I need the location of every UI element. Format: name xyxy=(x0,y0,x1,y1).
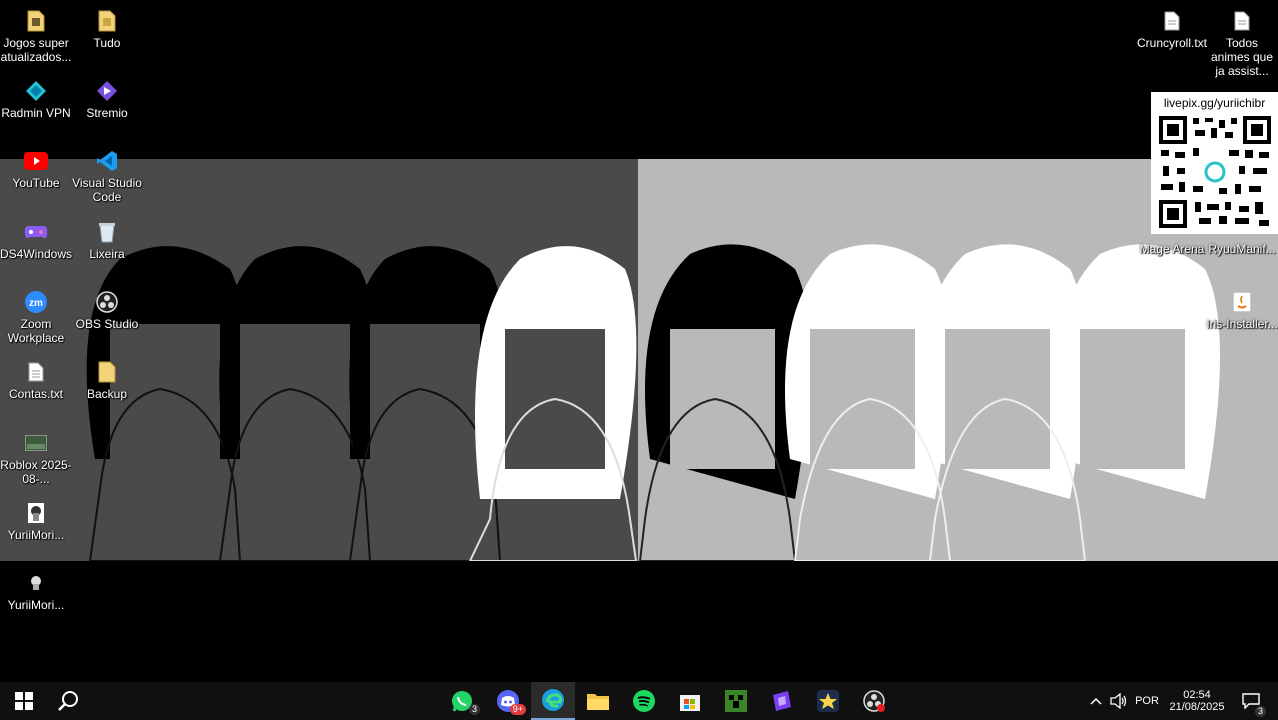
obs-icon xyxy=(863,690,885,712)
volume-button[interactable] xyxy=(1108,682,1130,720)
text-file-icon xyxy=(1229,8,1255,34)
radmin-vpn-icon xyxy=(23,78,49,104)
desktop-icon-obs[interactable]: OBS Studio xyxy=(71,289,143,331)
desktop-icon-label: YuriiMori... xyxy=(7,528,65,542)
desktop-icon-zoom[interactable]: zm Zoom Workplace xyxy=(0,289,72,345)
svg-text:zm: zm xyxy=(29,298,43,309)
desktop-icon-label: Zoom Workplace xyxy=(7,317,65,345)
desktop-icon-ds4windows[interactable]: DS4Windows xyxy=(0,219,72,261)
desktop-icon-roblox[interactable]: Roblox 2025-08-... xyxy=(0,430,72,486)
desktop-icon-label: Stremio xyxy=(86,106,128,120)
image-file-icon xyxy=(23,500,49,526)
desktop-icon-lixeira[interactable]: Lixeira xyxy=(71,219,143,261)
desktop-icon-todos-animes[interactable]: Todos animes que ja assist... xyxy=(1206,8,1278,78)
desktop-icon-label: YouTube xyxy=(12,176,60,190)
image-file-icon xyxy=(23,570,49,596)
folder-file-icon xyxy=(94,8,120,34)
desktop-icon-jogos[interactable]: Jogos super atualizados... xyxy=(0,8,72,64)
windows-logo-icon xyxy=(15,692,33,710)
youtube-icon xyxy=(23,148,49,174)
minecraft-icon xyxy=(725,690,747,712)
desktop-icon-label: Roblox 2025-08-... xyxy=(0,458,72,486)
search-button[interactable] xyxy=(48,682,88,720)
desktop-icon-cruncyroll[interactable]: Cruncyroll.txt xyxy=(1136,8,1208,50)
start-button[interactable] xyxy=(4,682,44,720)
desktop-icon-iris-installer[interactable]: Iris-Installer... xyxy=(1206,289,1278,331)
desktop-icon-label: Backup xyxy=(86,387,128,401)
chevron-up-icon xyxy=(1090,697,1102,705)
desktop-icon-label: Radmin VPN xyxy=(1,106,71,120)
desktop-icon-yuriimori-1[interactable]: YuriiMori... xyxy=(0,500,72,542)
desktop-icon-label: Cruncyroll.txt xyxy=(1136,36,1207,50)
taskbar-app-edge[interactable] xyxy=(531,682,575,720)
taskbar-app-store[interactable] xyxy=(669,682,711,720)
obs-icon xyxy=(94,289,120,315)
recycle-bin-icon xyxy=(94,219,120,245)
desktop-icon-vscode[interactable]: Visual Studio Code xyxy=(71,148,143,204)
desktop-icon-label: DS4Windows xyxy=(0,247,73,261)
desktop-icon-label: Jogos super atualizados... xyxy=(0,36,72,64)
qr-url-text: livepix.gg/yuriichibr xyxy=(1163,96,1266,110)
text-file-icon xyxy=(1159,8,1185,34)
desktop-icon-label: Contas.txt xyxy=(8,387,64,401)
taskbar-app-whatsapp[interactable]: 3 xyxy=(441,682,483,720)
text-file-icon xyxy=(23,359,49,385)
star-app-icon xyxy=(817,690,839,712)
desktop-icon-contas[interactable]: Contas.txt xyxy=(0,359,72,401)
desktop-icon-backup[interactable]: Backup xyxy=(71,359,143,401)
desktop-icon-label: YuriiMori... xyxy=(7,598,65,612)
clock[interactable]: 02:54 21/08/2025 xyxy=(1166,682,1228,720)
spotify-icon xyxy=(633,690,655,712)
show-hidden-icons-button[interactable] xyxy=(1086,682,1106,720)
clock-time: 02:54 xyxy=(1183,689,1211,701)
zoom-icon: zm xyxy=(23,289,49,315)
file-explorer-icon xyxy=(587,694,609,710)
taskbar-app-discord[interactable]: 9+ xyxy=(487,682,529,720)
taskbar: 3 9+ POR 02:54 21/08/2025 3 xyxy=(0,682,1278,720)
desktop-icon-label: Visual Studio Code xyxy=(72,176,142,204)
taskbar-app-star[interactable] xyxy=(807,682,849,720)
desktop-icon-stremio[interactable]: Stremio xyxy=(71,78,143,120)
store-icon xyxy=(680,695,700,711)
stremio-icon xyxy=(94,78,120,104)
wallpaper-artwork xyxy=(86,244,1220,561)
desktop-icon-label: Todos animes que ja assist... xyxy=(1210,36,1274,78)
gamepad-icon xyxy=(23,219,49,245)
desktop-icon-yuriimori-2[interactable]: YuriiMori... xyxy=(0,570,72,612)
desktop-icon-label: RyuuManif... xyxy=(1208,242,1276,256)
desktop-icon-label: Tudo xyxy=(93,36,121,50)
taskbar-app-purple[interactable] xyxy=(761,682,803,720)
action-center-button[interactable]: 3 xyxy=(1236,682,1266,720)
taskbar-app-spotify[interactable] xyxy=(623,682,665,720)
desktop-icon-label: Iris-Installer... xyxy=(1206,317,1278,331)
desktop-wallpaper xyxy=(0,159,1278,561)
vscode-icon xyxy=(94,148,120,174)
input-language-indicator[interactable]: POR xyxy=(1132,682,1162,720)
taskbar-app-minecraft[interactable] xyxy=(715,682,757,720)
purple-app-icon xyxy=(773,691,791,711)
desktop-icon-radmin-vpn[interactable]: Radmin VPN xyxy=(0,78,72,120)
folder-icon xyxy=(94,359,120,385)
java-file-icon xyxy=(1229,289,1255,315)
desktop-icon-label: OBS Studio xyxy=(75,317,139,331)
notification-badge: 3 xyxy=(468,704,480,715)
image-file-icon xyxy=(23,430,49,456)
desktop-icon-youtube[interactable]: YouTube xyxy=(0,148,72,190)
edge-icon xyxy=(542,689,564,711)
desktop-icon-tudo[interactable]: Tudo xyxy=(71,8,143,50)
notification-badge: 9+ xyxy=(509,704,526,715)
speaker-icon xyxy=(1110,693,1127,709)
clock-date: 21/08/2025 xyxy=(1169,701,1225,713)
notification-badge: 3 xyxy=(1254,706,1266,717)
desktop-icon-label: Mage Arena xyxy=(1139,242,1205,256)
taskbar-app-obs[interactable] xyxy=(853,682,895,720)
folder-file-icon xyxy=(23,8,49,34)
qr-code-icon xyxy=(1159,116,1271,228)
desktop-icon-label: Lixeira xyxy=(89,247,125,261)
taskbar-app-file-explorer[interactable] xyxy=(577,682,619,720)
qr-code-overlay: livepix.gg/yuriichibr xyxy=(1151,92,1278,234)
search-icon xyxy=(58,691,78,711)
